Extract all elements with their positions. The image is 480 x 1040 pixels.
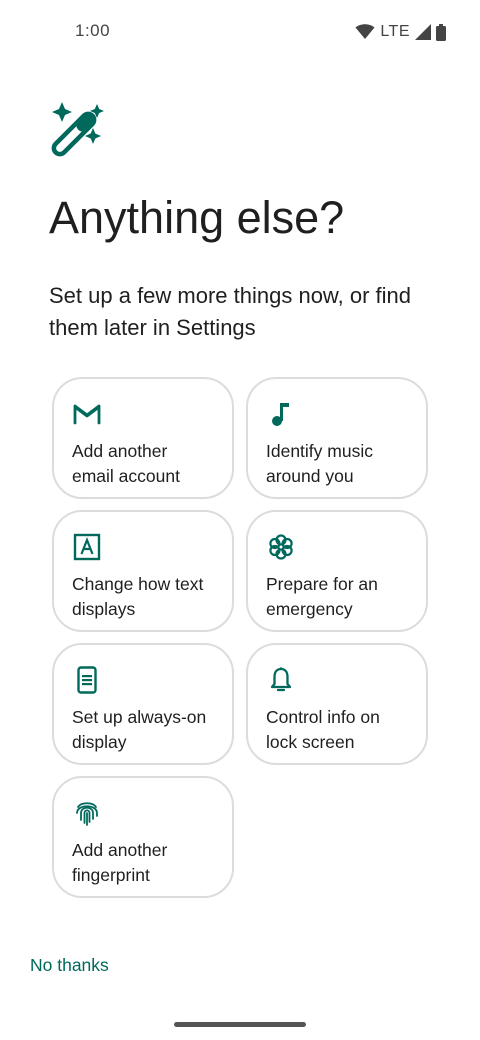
bell-icon [270, 667, 292, 692]
card-emergency[interactable]: Prepare for an emergency [246, 510, 428, 632]
card-always-on-display[interactable]: Set up always-on display [52, 643, 234, 765]
card-lock-screen[interactable]: Control info on lock screen [246, 643, 428, 765]
card-fingerprint[interactable]: Add another fingerprint [52, 776, 234, 898]
card-label: Set up always-on display [72, 707, 207, 752]
options-grid: Add another email account Identify music… [52, 377, 428, 898]
magic-wand-icon [51, 102, 104, 157]
music-note-icon [272, 403, 289, 426]
page-subtitle: Set up a few more things now, or find th… [49, 283, 411, 340]
fingerprint-icon [76, 802, 98, 826]
card-label: Add another fingerprint [72, 840, 168, 885]
status-icons: LTE [355, 22, 446, 42]
card-add-email[interactable]: Add another email account [52, 377, 234, 499]
page-title: Anything else? [49, 192, 345, 243]
card-label: Prepare for an emergency [266, 574, 378, 619]
gmail-icon [73, 404, 101, 425]
card-label: Identify music around you [266, 441, 373, 486]
network-type: LTE [380, 23, 410, 40]
card-label: Change how text displays [72, 574, 204, 619]
wifi-icon [355, 24, 375, 39]
no-thanks-button[interactable]: No thanks [30, 955, 109, 976]
status-bar: 1:00 LTE [0, 0, 480, 62]
card-text-display[interactable]: Change how text displays [52, 510, 234, 632]
battery-icon [436, 23, 446, 41]
card-label: Control info on lock screen [266, 707, 380, 752]
emergency-icon [269, 534, 293, 560]
text-display-icon [73, 533, 101, 561]
navigation-handle[interactable] [174, 1022, 306, 1027]
card-label: Add another email account [72, 441, 180, 486]
status-time: 1:00 [75, 21, 111, 40]
always-on-display-icon [77, 666, 97, 694]
card-identify-music[interactable]: Identify music around you [246, 377, 428, 499]
signal-icon [415, 24, 431, 40]
